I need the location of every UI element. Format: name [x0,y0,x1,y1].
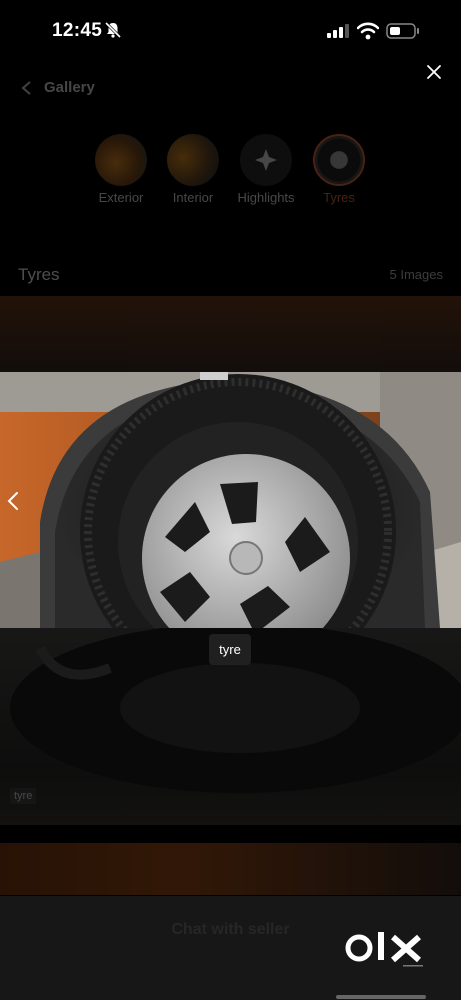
sparkle-icon [255,149,277,171]
gallery-image[interactable] [0,296,461,372]
section-title: Tyres [18,265,60,284]
tyre-image [0,372,461,628]
silent-bell-icon [104,21,122,39]
category-label: Tyres [323,190,355,205]
wifi-icon [357,22,379,40]
category-interior[interactable]: Interior [153,134,233,205]
battery-icon [386,23,419,39]
previous-image-icon[interactable] [6,490,20,512]
olx-logo: olx [345,932,423,967]
gallery-image[interactable] [0,843,461,895]
image-tag: tyre [10,788,37,804]
category-label: Interior [172,190,214,205]
highlights-thumbnail [240,134,292,186]
category-highlights[interactable]: Highlights [226,134,306,205]
image-count: 5 Images [389,267,443,282]
cellular-signal-icon [327,24,349,38]
back-arrow-icon[interactable] [20,80,34,96]
status-bar: 12:45 [0,0,461,56]
image-tag-label: tyre [209,634,251,665]
category-label: Highlights [237,190,295,205]
category-exterior[interactable]: Exterior [81,134,161,205]
tyres-thumbnail [313,134,365,186]
exterior-thumbnail [95,134,147,186]
status-time: 12:45 [52,20,103,41]
category-tyres[interactable]: Tyres [299,134,379,205]
category-label: Exterior [98,190,144,205]
home-indicator [336,995,426,999]
interior-thumbnail [167,134,219,186]
tyre-photo[interactable] [0,372,461,628]
gallery-title: Gallery [44,79,95,96]
